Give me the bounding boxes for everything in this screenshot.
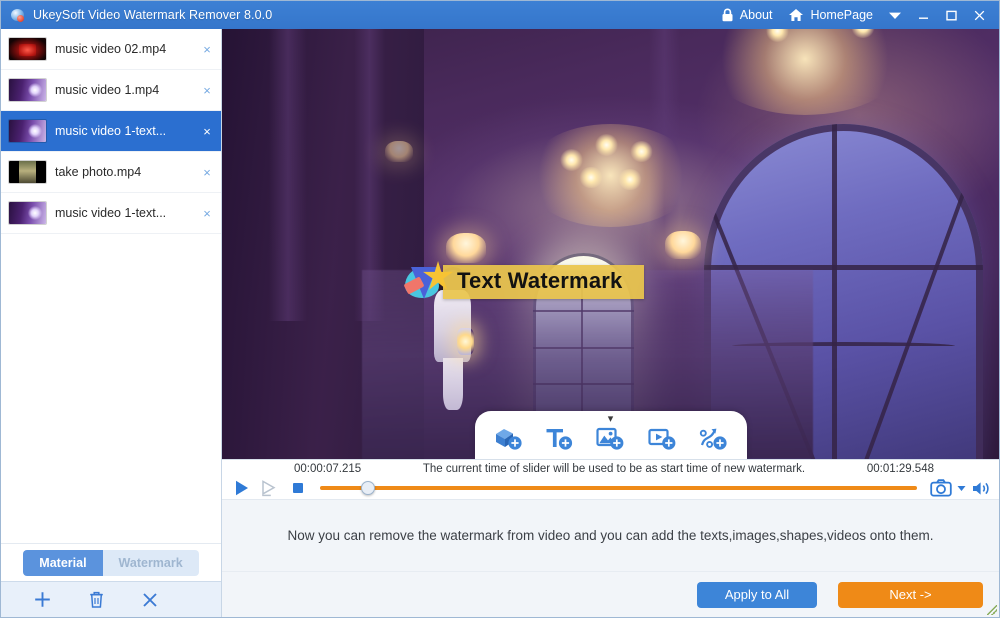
add-file-button[interactable] [15, 583, 69, 617]
minimize-button[interactable] [909, 1, 937, 29]
file-thumbnail [9, 120, 46, 142]
add-text-button[interactable] [538, 422, 580, 454]
sidebar: music video 02.mp4×music video 1.mp4×mus… [1, 29, 222, 617]
video-scene [222, 29, 999, 459]
lock-icon [721, 8, 734, 22]
file-name-label: take photo.mp4 [55, 165, 199, 179]
file-list-item[interactable]: music video 02.mp4× [1, 29, 221, 70]
close-icon [973, 9, 986, 22]
sidebar-tabs[interactable]: MaterialWatermark [23, 550, 198, 576]
add-text-icon [544, 425, 574, 451]
watermark-text: Text Watermark [457, 268, 622, 293]
apply-to-all-button[interactable]: Apply to All [697, 582, 817, 608]
snapshot-controls [928, 477, 991, 499]
homepage-label: HomePage [810, 8, 873, 22]
star-shapes-logo-icon [403, 259, 459, 305]
remove-file-icon[interactable]: × [199, 42, 215, 57]
chevron-down-icon [888, 11, 902, 20]
add-video-button[interactable] [641, 422, 683, 454]
remove-file-icon[interactable]: × [199, 83, 215, 98]
add-shape-button[interactable] [487, 422, 529, 454]
play-icon [233, 479, 250, 497]
preview-play-icon [260, 479, 279, 497]
add-shape-icon [493, 425, 523, 451]
app-window: UkeySoft Video Watermark Remover 8.0.0 A… [0, 0, 1000, 618]
file-name-label: music video 1-text... [55, 206, 199, 220]
add-element-toolbar: ▾ [475, 411, 747, 459]
add-effect-button[interactable] [692, 422, 734, 454]
slider-hint: The current time of slider will be used … [361, 463, 867, 475]
file-thumbnail [9, 38, 46, 60]
about-label: About [740, 8, 773, 22]
play-button[interactable] [230, 477, 253, 499]
maximize-icon [945, 9, 958, 22]
resize-grip[interactable] [987, 605, 997, 615]
title-bar: UkeySoft Video Watermark Remover 8.0.0 A… [1, 1, 999, 29]
camera-icon [930, 479, 952, 497]
tab-watermark[interactable]: Watermark [103, 550, 199, 576]
plus-icon [33, 590, 52, 609]
seek-track[interactable] [320, 486, 917, 490]
preview-play-button[interactable] [258, 477, 281, 499]
file-name-label: music video 02.mp4 [55, 42, 199, 56]
add-image-button[interactable] [589, 422, 631, 454]
tab-material[interactable]: Material [23, 550, 102, 576]
file-name-label: music video 1.mp4 [55, 83, 199, 97]
stop-button[interactable] [286, 477, 309, 499]
add-effect-icon [698, 425, 728, 451]
file-thumbnail [9, 79, 46, 101]
homepage-button[interactable]: HomePage [780, 1, 881, 29]
watermark-banner: Text Watermark [443, 265, 644, 298]
file-list-item[interactable]: music video 1-text...× [1, 111, 221, 152]
close-icon [141, 591, 159, 609]
add-image-icon [595, 425, 625, 451]
window-title: UkeySoft Video Watermark Remover 8.0.0 [33, 8, 272, 22]
home-icon [788, 8, 804, 22]
total-time: 00:01:29.548 [867, 463, 934, 475]
seek-bar[interactable] [320, 477, 917, 499]
minimize-icon [917, 9, 930, 22]
text-watermark-overlay[interactable]: Text Watermark [403, 259, 644, 305]
player-info-row: 00:00:07.215 The current time of slider … [230, 460, 991, 477]
file-thumbnail [9, 202, 46, 224]
trash-icon [88, 590, 105, 609]
current-time: 00:00:07.215 [294, 463, 361, 475]
add-video-icon [647, 425, 677, 451]
snapshot-button[interactable] [928, 477, 954, 499]
caret-down-icon[interactable] [957, 485, 966, 492]
file-list[interactable]: music video 02.mp4×music video 1.mp4×mus… [1, 29, 221, 543]
next-button[interactable]: Next -> [838, 582, 983, 608]
about-button[interactable]: About [713, 1, 781, 29]
stage-column: Text Watermark ▾ [222, 29, 999, 617]
main-hint-area: Now you can remove the watermark from vi… [222, 499, 999, 571]
file-list-item[interactable]: take photo.mp4× [1, 152, 221, 193]
close-button[interactable] [965, 1, 993, 29]
player-bar: 00:00:07.215 The current time of slider … [222, 459, 999, 499]
remove-file-icon[interactable]: × [199, 124, 215, 139]
file-thumbnail [9, 161, 46, 183]
sidebar-tabs-wrap: MaterialWatermark [1, 543, 221, 581]
file-list-item[interactable]: music video 1-text...× [1, 193, 221, 234]
volume-button[interactable] [969, 477, 991, 499]
video-preview[interactable]: Text Watermark ▾ [222, 29, 999, 459]
body: music video 02.mp4×music video 1.mp4×mus… [1, 29, 999, 617]
menu-button[interactable] [881, 1, 909, 29]
maximize-button[interactable] [937, 1, 965, 29]
footer-actions: Apply to All Next -> [222, 571, 999, 617]
volume-icon [971, 480, 990, 497]
file-list-item[interactable]: music video 1.mp4× [1, 70, 221, 111]
player-controls-row [230, 477, 991, 499]
remove-file-icon[interactable]: × [199, 206, 215, 221]
app-drop-logo-icon [10, 7, 26, 23]
clear-all-button[interactable] [123, 583, 177, 617]
file-name-label: music video 1-text... [55, 124, 199, 138]
delete-file-button[interactable] [69, 583, 123, 617]
remove-file-icon[interactable]: × [199, 165, 215, 180]
main-hint-text: Now you can remove the watermark from vi… [287, 528, 933, 543]
seek-handle[interactable] [361, 481, 375, 495]
sidebar-toolbar [1, 581, 221, 617]
stop-icon [291, 481, 305, 495]
collapse-toolbar-icon[interactable]: ▾ [608, 414, 614, 425]
